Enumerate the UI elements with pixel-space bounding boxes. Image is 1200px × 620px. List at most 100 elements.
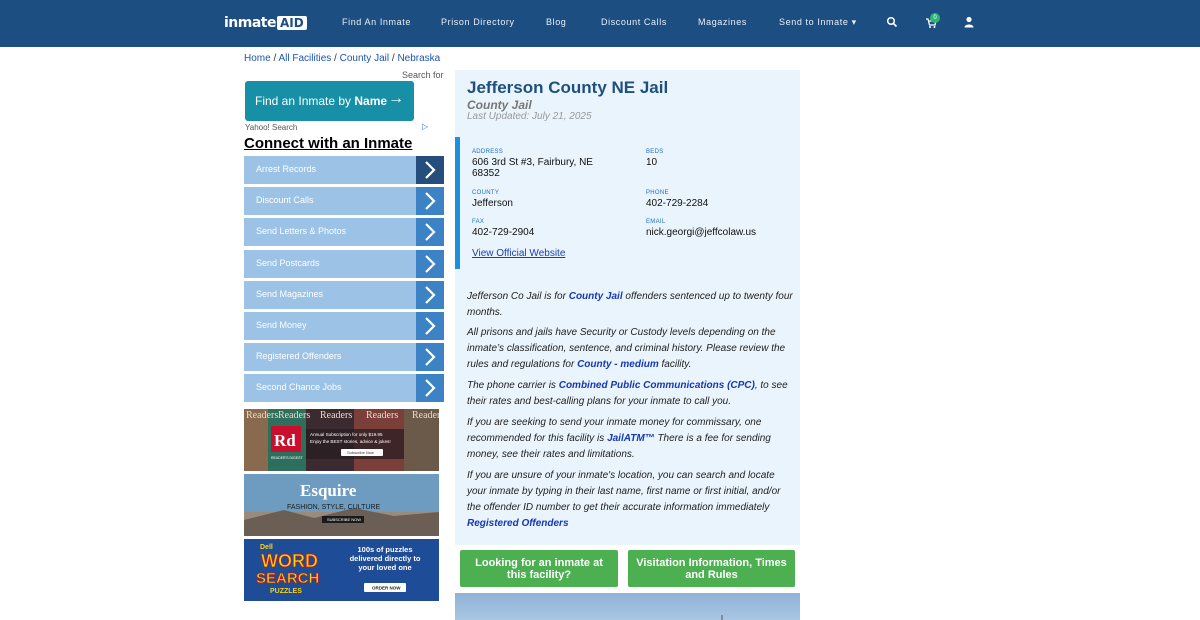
nav-link-magazines[interactable]: Magazines [698,17,747,27]
nav-link-find-an-inmate[interactable]: Find An Inmate [342,17,411,27]
ad-offer-text: Annual Subscription for only $19.95 [310,432,383,437]
readers-digest-logo-sub: READER'S DIGEST [271,456,303,460]
logo-text-inmate: inmate [224,15,277,31]
content-paragraph-1: Jefferson Co Jail is for County Jail off… [467,289,795,321]
sidebar-item-send-letters-photos[interactable]: Send Letters & Photos [244,218,444,247]
looking-for-inmate-button[interactable]: Looking for an inmate at this facility? [460,550,618,587]
breadcrumb-separator: / [331,53,340,64]
p3-text-a: The phone carrier is [467,380,559,391]
ad-bg-word: Readers [278,410,310,421]
last-updated: Last Updated: July 21, 2025 [467,111,592,122]
sidebar-item-label: Send Letters & Photos [256,226,347,237]
sidebar-item-label: Second Chance Jobs [256,382,342,393]
readers-digest-ad[interactable]: Readers Readers Readers Readers Readers … [244,409,439,471]
subscribe-now-cta: Subscribe Now [347,450,374,455]
ad-bg-word: Readers [246,410,278,421]
chevron-down-icon: ▾ [851,17,857,27]
ad-bg-word: Readers [412,410,439,421]
county-label: COUNTY [472,190,500,196]
word-search-ad[interactable]: Dell WORD SEARCH PUZZLES 100s of puzzles… [244,539,439,601]
nav-link-prison-directory[interactable]: Prison Directory [441,17,515,27]
breadcrumb-all-facilities[interactable]: All Facilities [278,53,331,64]
chevron-right-icon [416,187,444,216]
county-value: Jefferson [472,198,513,209]
phone-label: PHONE [646,190,669,196]
breadcrumb-county-jail[interactable]: County Jail [340,53,389,64]
phone-carrier-link[interactable]: Combined Public Communications (CPC) [559,380,755,391]
find-inmate-by-name-search[interactable]: Find an Inmate by Name → [245,81,414,121]
page-title: Jefferson County NE Jail [467,78,669,97]
visitation-info-button[interactable]: Visitation Information, Times and Rules [628,550,795,587]
search-icon[interactable] [886,16,898,28]
chevron-right-icon [416,374,444,403]
ad-tagline: FASHION, STYLE, CULTURE [287,504,381,511]
nav-link-discount-calls[interactable]: Discount Calls [601,17,667,27]
sidebar-item-label: Arrest Records [256,164,317,174]
subscribe-now-cta: SUBSCRIBE NOW [327,517,361,522]
content-paragraph-4: If you are seeking to send your inmate m… [467,415,795,463]
user-icon[interactable] [963,16,975,28]
word-search-offer: 100s of puzzles delivered directly to yo… [349,545,421,572]
sidebar-item-registered-offenders[interactable]: Registered Offenders [244,343,444,372]
sidebar-item-send-postcards[interactable]: Send Postcards [244,249,444,278]
find-inmate-search-text-bold: Name [354,94,388,108]
breadcrumb: Home / All Facilities / County Jail / Ne… [244,53,440,64]
beds-value: 10 [646,157,658,168]
facility-photo-graphic [721,615,723,620]
fax-label: FAX [472,219,485,225]
word-search-ad-graphic: Dell WORD SEARCH PUZZLES 100s of puzzles… [244,539,439,601]
sidebar-item-discount-calls[interactable]: Discount Calls [244,187,444,216]
county-jail-link[interactable]: County Jail [569,291,623,302]
arrow-right-icon: → [388,90,404,107]
chevron-right-icon [416,280,444,309]
p5-text-a: If you are unsure of your inmate's locat… [467,470,781,513]
connect-with-inmate-heading: Connect with an Inmate [244,135,413,152]
ad-bg-word: Readers [320,410,352,421]
address-label: ADDRESS [472,149,504,155]
logo-text-aid: AID [277,16,307,30]
nav-link-send-to-inmate-label: Send to Inmate [779,17,849,27]
nav-link-send-to-inmate[interactable]: Send to Inmate ▾ [779,17,857,28]
site-logo[interactable]: inmate AID [224,14,307,32]
word-search-subtitle: PUZZLES [270,588,302,595]
readers-digest-ad-graphic: Readers Readers Readers Readers Readers … [244,409,439,471]
p2-text-b: facility. [658,359,692,370]
esquire-logo: Esquire [300,481,357,500]
search-for-label: Search for [402,70,444,80]
county-medium-link[interactable]: County - medium [577,359,659,370]
sidebar-item-send-magazines[interactable]: Send Magazines [244,280,444,309]
sidebar-item-label: Send Postcards [256,257,320,268]
ad-bg-word: Readers [366,410,398,421]
yahoo-search-label: Yahoo! Search [245,123,298,132]
registered-offenders-link[interactable]: Registered Offenders [467,518,569,529]
readers-digest-logo: Rd [274,431,296,450]
breadcrumb-nebraska[interactable]: Nebraska [397,53,440,64]
content-paragraph-3: The phone carrier is Combined Public Com… [467,378,795,410]
jailatm-link[interactable]: JailATM™ [607,433,655,444]
view-official-website-link[interactable]: View Official Website [472,248,565,259]
facility-type: County Jail [467,98,532,112]
sidebar-item-label: Registered Offenders [256,351,342,362]
esquire-ad[interactable]: Esquire FASHION, STYLE, CULTURE SUBSCRIB… [244,474,439,536]
email-value[interactable]: nick.georgi@jeffcolaw.us [646,227,756,238]
p1-text-a: Jefferson Co Jail is for [467,291,569,302]
cart-count-badge: 0 [930,13,940,23]
chevron-right-icon [416,312,444,340]
ad-offer-text-2: Enjoy the BEST stories, advice & jokes! [310,439,391,444]
chevron-right-icon [416,249,444,278]
word-search-title: WORD [261,551,318,571]
address-line-2: 68352 [472,168,500,179]
sidebar-item-arrest-records[interactable]: Arrest Records [244,156,444,184]
sidebar-item-second-chance-jobs[interactable]: Second Chance Jobs [244,374,444,403]
adchoices-icon[interactable]: ▷ [422,122,428,131]
content-paragraph-2: All prisons and jails have Security or C… [467,325,795,373]
address-line-1: 606 3rd St #3, Fairbury, NE [472,157,593,168]
chevron-right-icon [416,156,444,184]
sidebar-item-send-money[interactable]: Send Money [244,312,444,340]
phone-value[interactable]: 402-729-2284 [646,198,708,209]
nav-link-blog[interactable]: Blog [546,17,566,27]
dell-logo: Dell [260,544,273,551]
breadcrumb-home[interactable]: Home [244,53,271,64]
top-navigation-bar: inmate AID Find An Inmate Prison Directo… [0,0,1200,47]
find-inmate-search-text: Find an Inmate by Name [255,94,387,108]
